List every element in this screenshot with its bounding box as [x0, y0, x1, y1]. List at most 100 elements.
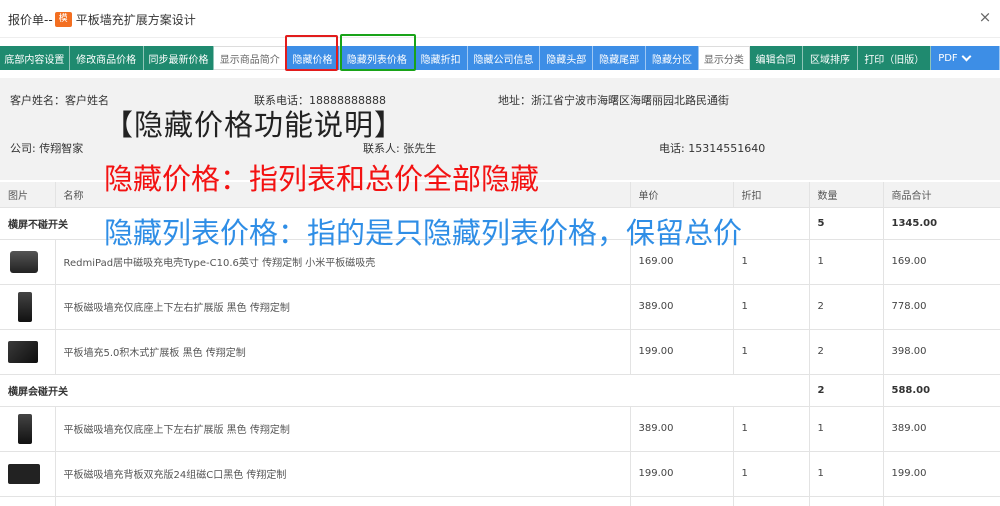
header-total: 商品合计 [883, 182, 1000, 208]
toolbar-button-6[interactable]: 隐藏折扣 [414, 46, 468, 70]
product-total: 778.00 [883, 284, 1000, 330]
partial-cell [733, 496, 810, 506]
group-total: 588.00 [883, 374, 1000, 407]
toolbar-button-1[interactable]: 修改商品价格 [69, 46, 144, 70]
wall-charger-image [18, 413, 32, 444]
group-total: 1345.00 [883, 207, 1000, 240]
title-prefix: 报价单-- [8, 13, 53, 27]
toolbar-button-label: PDF [938, 52, 958, 64]
group-quantity: 2 [809, 374, 884, 407]
close-icon[interactable]: × [976, 8, 994, 26]
product-quantity: 2 [809, 284, 884, 330]
partial-cell [55, 496, 631, 506]
table-row: 平板磁吸墙充仅底座上下左右扩展版 黑色 传翔定制 389.00 1 2 778.00 [0, 284, 1000, 330]
table-row: 平板磁吸墙充背板双充版24组磁C口黑色 传翔定制 199.00 1 1 199.00 [0, 451, 1000, 497]
product-price: 199.00 [630, 451, 734, 497]
toolbar-button-label: 编辑合同 [755, 54, 796, 66]
product-name: 平板墙充5.0积木式扩展板 黑色 传翔定制 [55, 329, 631, 375]
product-discount: 1 [733, 239, 810, 285]
header-quantity: 数量 [809, 182, 884, 208]
toolbar-button-2[interactable]: 同步最新价格 [143, 46, 215, 70]
product-price: 389.00 [630, 406, 734, 452]
toolbar-button-8[interactable]: 隐藏头部 [540, 46, 594, 70]
company-contact: 联系人: 张先生 [363, 142, 437, 155]
product-total: 389.00 [883, 406, 1000, 452]
product-quantity: 1 [809, 406, 884, 452]
product-name: 平板磁吸墙充背板双充版24组磁C口黑色 传翔定制 [55, 451, 631, 497]
toolbar-button-label: 显示商品简介 [219, 54, 280, 66]
toolbar-button-15[interactable]: PDF [931, 46, 1000, 70]
window-titlebar: 报价单-- 模 平板墙充扩展方案设计 × [0, 0, 1000, 38]
product-name: 平板磁吸墙充仅底座上下左右扩展版 黑色 传翔定制 [55, 284, 631, 330]
product-name: 平板磁吸墙充仅底座上下左右扩展版 黑色 传翔定制 [55, 406, 631, 452]
product-image-cell [0, 284, 56, 330]
product-total: 169.00 [883, 239, 1000, 285]
toolbar-button-7[interactable]: 隐藏公司信息 [467, 46, 541, 70]
table-row: 平板磁吸墙充仅底座上下左右扩展版 黑色 传翔定制 389.00 1 1 389.00 [0, 406, 1000, 452]
toolbar-button-11[interactable]: 显示分类 [698, 46, 750, 70]
annotation-heading: 【隐藏价格功能说明】 [104, 108, 405, 142]
toolbar-button-label: 隐藏公司信息 [473, 54, 534, 66]
product-total: 398.00 [883, 329, 1000, 375]
toolbar-button-13[interactable]: 区域排序 [802, 46, 859, 70]
partial-cell [0, 496, 56, 506]
customer-address: 地址：浙江省宁波市海曙区海曙丽园北路民通街 [498, 94, 729, 107]
tablet-case-image [10, 250, 38, 273]
toolbar-button-label: 隐藏分区 [651, 54, 692, 66]
product-image-cell [0, 239, 56, 285]
product-image-cell [0, 451, 56, 497]
toolbar-button-4[interactable]: 隐藏价格 [286, 46, 340, 70]
product-price: 389.00 [630, 284, 734, 330]
company-phone: 电话: 15314551640 [659, 142, 766, 155]
customer-phone: 联系电话：18888888888 [254, 94, 386, 107]
group-quantity: 5 [809, 207, 884, 240]
table-row: 平板墙充5.0积木式扩展板 黑色 传翔定制 199.00 1 2 398.00 [0, 329, 1000, 375]
product-quantity: 2 [809, 329, 884, 375]
back-plate-image [8, 463, 40, 484]
annotation-hide-price: 隐藏价格：指列表和总价全部隐藏 [104, 162, 540, 196]
product-discount: 1 [733, 451, 810, 497]
toolbar-button-label: 显示分类 [703, 54, 744, 66]
toolbar-button-label: 隐藏价格 [292, 54, 333, 66]
toolbar-button-12[interactable]: 编辑合同 [749, 46, 803, 70]
toolbar-button-label: 隐藏头部 [546, 54, 587, 66]
product-image-cell [0, 406, 56, 452]
template-badge: 模 [54, 12, 72, 27]
toolbar-button-0[interactable]: 底部内容设置 [0, 46, 70, 70]
toolbar-button-label: 同步最新价格 [148, 54, 209, 66]
customer-name: 客户姓名：客户姓名 [10, 94, 109, 107]
header-discount: 折扣 [733, 182, 810, 208]
company-name: 公司: 传翔智家 [10, 142, 84, 155]
toolbar-button-5[interactable]: 隐藏列表价格 [339, 46, 415, 70]
toolbar-button-14[interactable]: 打印（旧版） [858, 46, 932, 70]
title-text: 平板墙充扩展方案设计 [75, 13, 196, 27]
wall-charger-image [18, 291, 32, 322]
product-price: 199.00 [630, 329, 734, 375]
toolbar-button-label: 隐藏尾部 [599, 54, 640, 66]
toolbar-button-label: 区域排序 [810, 54, 850, 66]
product-discount: 1 [733, 284, 810, 330]
product-discount: 1 [733, 406, 810, 452]
product-quantity: 1 [809, 451, 884, 497]
chevron-down-icon [961, 51, 972, 61]
toolbar-button-9[interactable]: 隐藏尾部 [593, 46, 647, 70]
header-image: 图片 [0, 182, 56, 208]
partial-row [0, 496, 1000, 506]
group-row: 横屏会碰开关 2 588.00 [0, 374, 1000, 407]
partial-cell [809, 496, 884, 506]
toolbar-button-10[interactable]: 隐藏分区 [646, 46, 699, 70]
window-title: 报价单-- 模 平板墙充扩展方案设计 [8, 11, 196, 28]
partial-cell [883, 496, 1000, 506]
product-quantity: 1 [809, 239, 884, 285]
toolbar-button-label: 修改商品价格 [76, 54, 137, 66]
header-price: 单价 [630, 182, 734, 208]
product-image-cell [0, 329, 56, 375]
toolbar-button-label: 打印（旧版） [864, 54, 925, 66]
extension-board-image [8, 340, 38, 363]
toolbar-button-label: 隐藏折扣 [420, 54, 461, 66]
toolbar-button-label: 隐藏列表价格 [346, 54, 407, 66]
group-name: 横屏会碰开关 [0, 374, 810, 407]
action-toolbar: 底部内容设置 修改商品价格 同步最新价格 显示商品简介 隐藏价格 隐藏列表价格 隐藏折扣 隐藏… [0, 46, 1000, 70]
toolbar-button-3[interactable]: 显示商品简介 [214, 46, 287, 70]
toolbar-button-label: 底部内容设置 [4, 54, 65, 66]
